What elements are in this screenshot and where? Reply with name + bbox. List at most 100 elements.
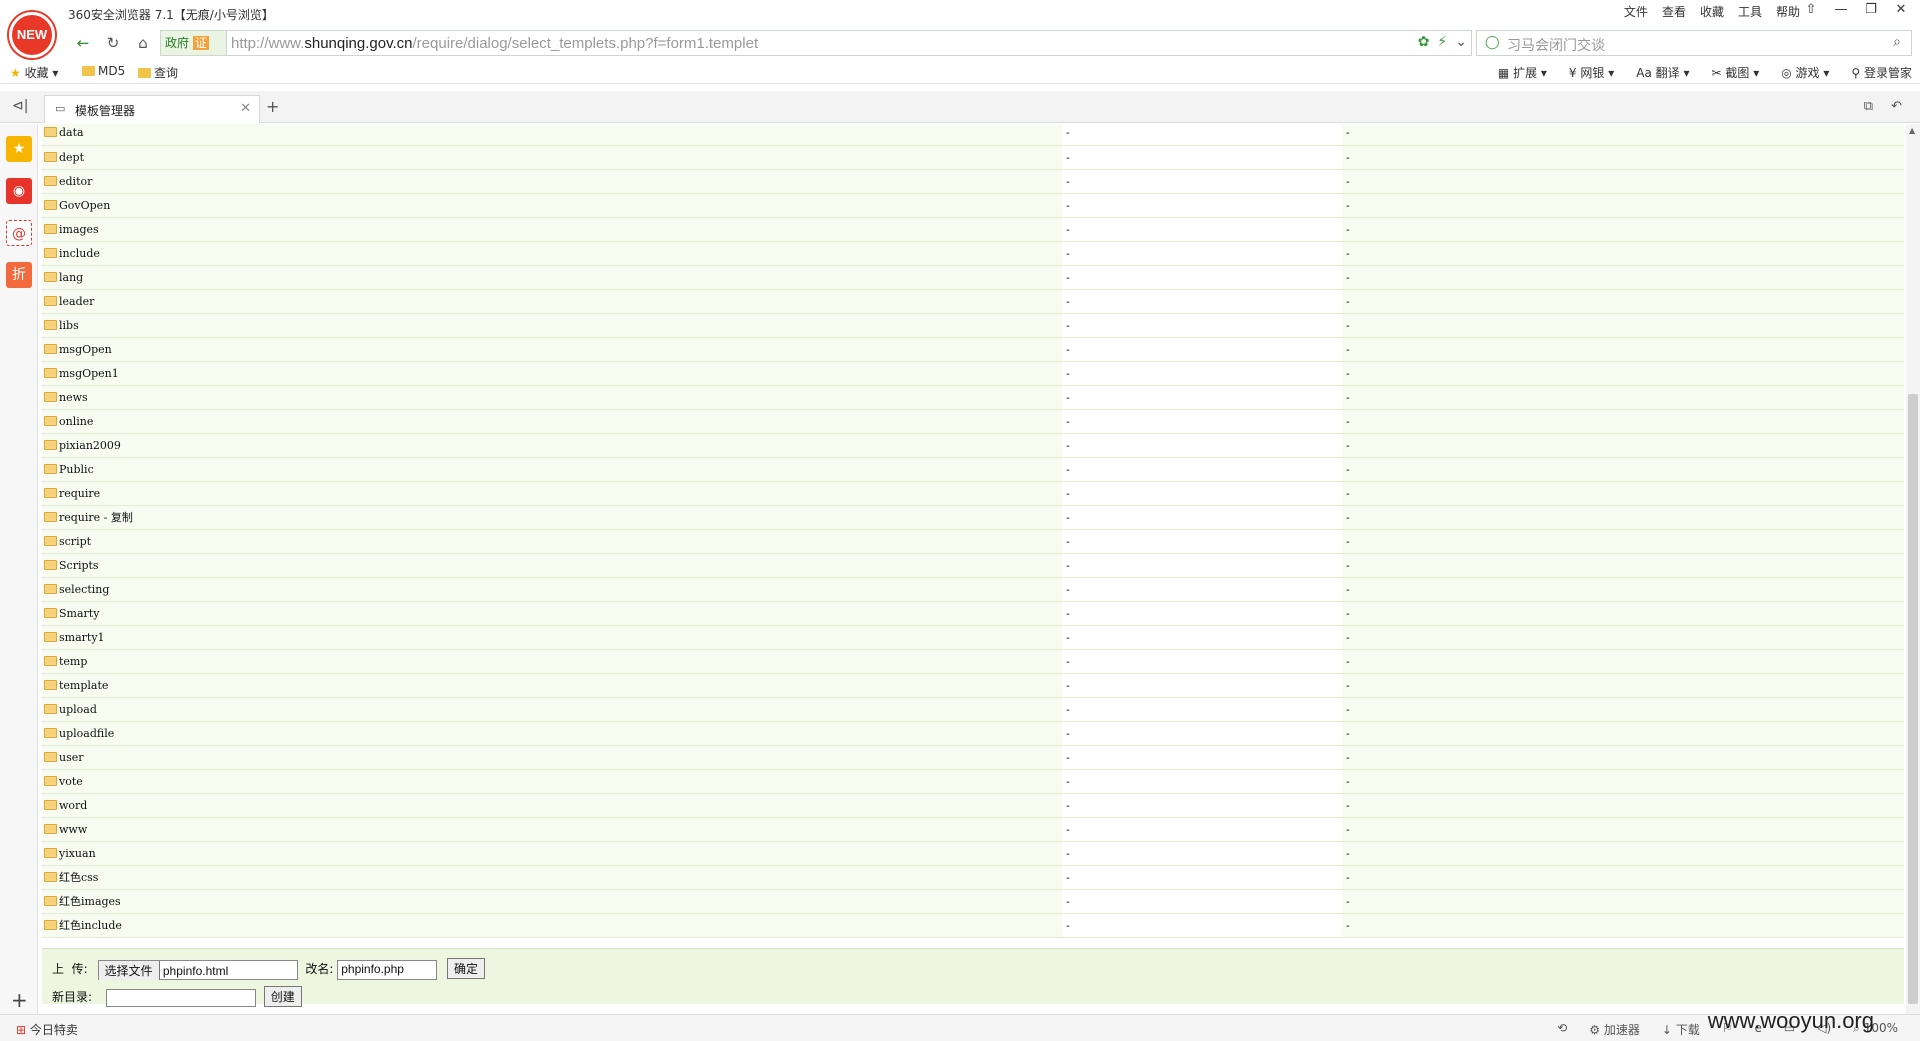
vertical-scrollbar[interactable]: ▲ [1906, 124, 1920, 1014]
gov-cert-badge[interactable]: 政府证 [161, 31, 227, 55]
browser-logo[interactable]: NEW [9, 12, 55, 58]
restore-tabs-icon[interactable]: ⧉ [1864, 99, 1873, 114]
today-deals-link[interactable]: ⊞ 今日特卖 [16, 1021, 78, 1038]
confirm-button[interactable]: 确定 [447, 958, 486, 979]
screenshot-label: 截图 [1725, 66, 1750, 80]
games-button[interactable]: ◎ 游戏 ▾ [1781, 64, 1829, 81]
dir-name-cell: uploadfile [42, 721, 1062, 746]
add-sidebar-icon[interactable]: + [11, 988, 28, 1012]
dir-link[interactable]: yixuan [59, 847, 96, 860]
dir-link[interactable]: images [59, 223, 99, 236]
accelerator-button[interactable]: ⚙ 加速器 [1589, 1021, 1640, 1038]
translate-button[interactable]: Aa 翻译 ▾ [1636, 64, 1689, 81]
dir-link[interactable]: dept [59, 151, 84, 164]
mail-icon[interactable]: @ [6, 220, 32, 246]
dir-link[interactable]: 红色images [59, 895, 121, 908]
download-button[interactable]: ↓ 下载 [1662, 1021, 1700, 1038]
collapse-sidebar-icon[interactable]: ⊲| [12, 98, 28, 114]
dir-link[interactable]: script [59, 535, 91, 548]
speed-mode-icon[interactable]: ⚡ [1437, 34, 1447, 50]
size-cell: - [1062, 409, 1342, 434]
chevron-down-icon[interactable]: ⌄ [1455, 34, 1467, 50]
dir-link[interactable]: user [59, 751, 84, 764]
dir-link[interactable]: require [59, 487, 100, 500]
maximize-button[interactable]: ❐ [1856, 0, 1886, 20]
file-input[interactable]: 选择文件 phpinfo.html [97, 959, 298, 980]
date-cell: - [1342, 889, 1904, 914]
rename-input[interactable]: phpinfo.php [337, 959, 438, 980]
dir-link[interactable]: Scripts [59, 559, 99, 572]
dir-link[interactable]: leader [59, 295, 94, 308]
dir-link[interactable]: require - 复制 [59, 511, 133, 524]
bank-button[interactable]: ¥ 网银 ▾ [1569, 64, 1614, 81]
screenshot-button[interactable]: ✂ 截图 ▾ [1711, 64, 1759, 81]
home-icon[interactable]: ⌂ [130, 31, 156, 55]
undo-close-icon[interactable]: ↶ [1891, 99, 1902, 114]
dir-link[interactable]: news [59, 391, 88, 404]
dir-link[interactable]: 红色include [59, 919, 122, 932]
bookmark-query[interactable]: 查询 [138, 64, 178, 81]
dir-link[interactable]: lang [59, 271, 83, 284]
dir-link[interactable]: editor [59, 175, 92, 188]
dir-name-cell: pixian2009 [42, 433, 1062, 458]
deals-icon[interactable]: 折 [6, 262, 32, 288]
folder-icon [44, 319, 57, 330]
security-icon[interactable]: ✿ [1418, 34, 1430, 50]
dir-link[interactable]: msgOpen [59, 343, 112, 356]
bookmark-favorites[interactable]: ★ 收藏 ▾ [10, 64, 58, 81]
dir-link[interactable]: vote [59, 775, 83, 788]
scrollbar-thumb[interactable] [1908, 394, 1918, 1004]
address-bar[interactable]: 政府证 http://www.shunqing.gov.cn/require/d… [160, 30, 1472, 56]
table-row: news - - [42, 385, 1904, 410]
login-manager-button[interactable]: ⚲ 登录管家 [1851, 64, 1912, 81]
dir-link[interactable]: selecting [59, 583, 109, 596]
dir-link[interactable]: data [59, 126, 84, 139]
date-cell: - [1342, 385, 1904, 410]
dir-link[interactable]: pixian2009 [59, 439, 121, 452]
dir-name-cell: news [42, 385, 1062, 410]
dir-link[interactable]: uploadfile [59, 727, 114, 740]
bookmark-md5[interactable]: MD5 [82, 64, 125, 78]
close-icon[interactable]: ✕ [240, 101, 251, 116]
menu-view[interactable]: 查看 [1662, 3, 1686, 20]
url-text[interactable]: http://www.shunqing.gov.cn/require/dialo… [231, 35, 758, 52]
skin-icon[interactable]: ⇧ [1796, 0, 1826, 20]
newdir-input[interactable] [105, 988, 256, 1007]
dir-link[interactable]: online [59, 415, 93, 428]
menu-favorites[interactable]: 收藏 [1700, 3, 1724, 20]
choose-file-button[interactable]: 选择文件 [98, 960, 160, 980]
close-window-button[interactable]: ✕ [1886, 0, 1916, 20]
dir-link[interactable]: upload [59, 703, 97, 716]
extensions-button[interactable]: ▦ 扩展 ▾ [1498, 64, 1547, 81]
dir-link[interactable]: smarty1 [59, 631, 105, 644]
refresh-icon[interactable]: ↻ [100, 31, 126, 55]
history-icon[interactable]: ⟲ [1557, 1021, 1567, 1038]
favorites-star-icon[interactable]: ★ [6, 136, 32, 162]
tab-template-manager[interactable]: ▭ 模板管理器 ✕ [44, 95, 260, 123]
back-arrow-icon[interactable]: ← [70, 31, 96, 55]
new-tab-button[interactable]: + [266, 97, 279, 116]
dir-link[interactable]: temp [59, 655, 87, 668]
weibo-icon[interactable]: ◉ [6, 178, 32, 204]
create-button[interactable]: 创建 [263, 986, 302, 1007]
table-row: GovOpen - - [42, 193, 1904, 218]
menu-file[interactable]: 文件 [1624, 3, 1648, 20]
search-engine-icon[interactable]: ◯ [1485, 35, 1500, 50]
dir-link[interactable]: GovOpen [59, 199, 110, 212]
dir-link[interactable]: Smarty [59, 607, 99, 620]
dir-link[interactable]: 红色css [59, 871, 98, 884]
dir-link[interactable]: libs [59, 319, 79, 332]
dir-link[interactable]: include [59, 247, 100, 260]
bookmarks-bar: ★ 收藏 ▾ MD5 查询 ▦ 扩展 ▾ ¥ 网银 ▾ Aa 翻译 ▾ ✂ 截图… [0, 58, 1920, 84]
search-box[interactable]: ◯ 习马会闭门交谈 ⌕ [1476, 30, 1912, 56]
menu-tools[interactable]: 工具 [1738, 3, 1762, 20]
scroll-up-icon[interactable]: ▲ [1909, 126, 1915, 135]
search-input[interactable]: 习马会闭门交谈 [1507, 35, 1605, 55]
dir-link[interactable]: word [59, 799, 87, 812]
dir-link[interactable]: template [59, 679, 108, 692]
dir-link[interactable]: msgOpen1 [59, 367, 119, 380]
dir-link[interactable]: www [59, 823, 87, 836]
dir-link[interactable]: Public [59, 463, 94, 476]
search-icon[interactable]: ⌕ [1893, 34, 1901, 50]
minimize-button[interactable]: — [1826, 0, 1856, 20]
